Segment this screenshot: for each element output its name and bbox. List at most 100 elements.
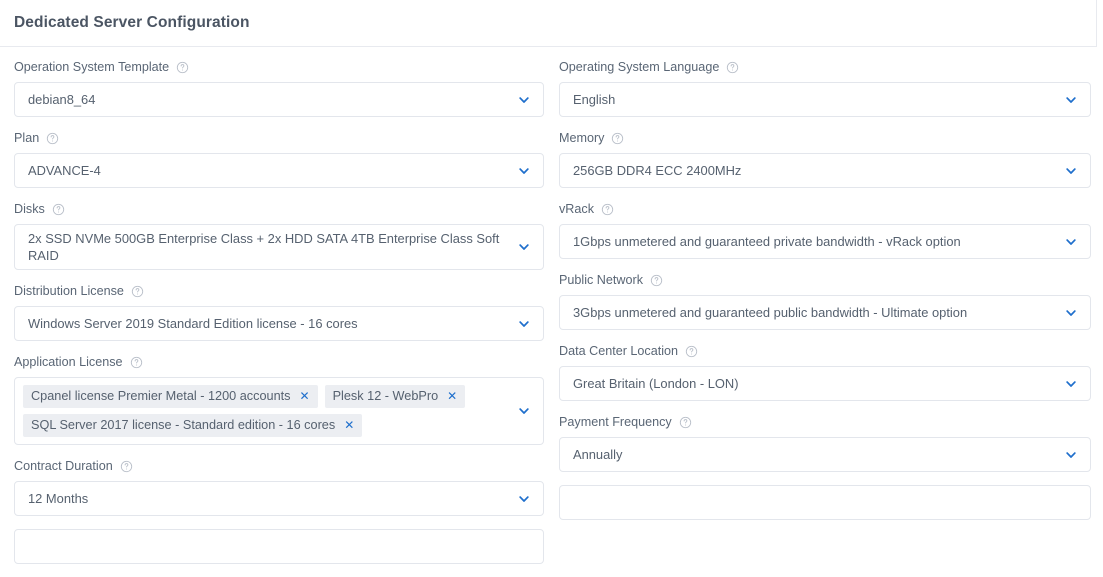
field-label: Memory xyxy=(559,131,605,145)
chevron-down-icon xyxy=(1064,164,1078,178)
chevron-down-icon xyxy=(517,492,531,506)
field-label-row: Operation System Template xyxy=(14,59,544,75)
select-plan[interactable]: ADVANCE-4 xyxy=(14,153,544,188)
field-label: Distribution License xyxy=(14,284,124,298)
field-label: Disks xyxy=(14,202,45,216)
chevron-down-icon xyxy=(517,93,531,107)
form-column-right: Operating System Language English Memory… xyxy=(559,59,1091,533)
select-data-center-location[interactable]: Great Britain (London - LON) xyxy=(559,366,1091,401)
page-header: Dedicated Server Configuration xyxy=(0,0,1097,47)
chevron-down-icon xyxy=(1064,235,1078,249)
help-circle-icon[interactable] xyxy=(176,61,189,74)
field-label-row: Public Network xyxy=(559,272,1091,288)
chip-item[interactable]: Cpanel license Premier Metal - 1200 acco… xyxy=(23,385,318,408)
field-label-row: Memory xyxy=(559,130,1091,146)
field-label: Operating System Language xyxy=(559,60,720,74)
chevron-down-icon xyxy=(517,404,531,418)
field-next-partial xyxy=(14,529,544,564)
field-operating-system-language: Operating System Language English xyxy=(559,59,1091,117)
field-contract-duration: Contract Duration 12 Months xyxy=(14,458,544,516)
select-disks[interactable]: 2x SSD NVMe 500GB Enterprise Class + 2x … xyxy=(14,224,544,270)
help-circle-icon[interactable] xyxy=(726,61,739,74)
chip-item[interactable]: SQL Server 2017 license - Standard editi… xyxy=(23,414,363,437)
field-operation-system-template: Operation System Template debian8_64 xyxy=(14,59,544,117)
select-value: Windows Server 2019 Standard Edition lic… xyxy=(28,316,358,331)
select-value: 2x SSD NVMe 500GB Enterprise Class + 2x … xyxy=(28,231,500,263)
select-operation-system-template[interactable]: debian8_64 xyxy=(14,82,544,117)
select-memory[interactable]: 256GB DDR4 ECC 2400MHz xyxy=(559,153,1091,188)
select-value: Great Britain (London - LON) xyxy=(573,376,739,391)
chevron-down-icon xyxy=(517,240,531,254)
select-value: English xyxy=(573,92,616,107)
chip-label: Plesk 12 - WebPro xyxy=(332,389,439,403)
select-payment-frequency[interactable]: Annually xyxy=(559,437,1091,472)
help-circle-icon[interactable] xyxy=(120,460,133,473)
field-label: Payment Frequency xyxy=(559,415,672,429)
field-vrack: vRack 1Gbps unmetered and guaranteed pri… xyxy=(559,201,1091,259)
field-label-row: Disks xyxy=(14,201,544,217)
close-icon[interactable]: ✕ xyxy=(300,390,310,402)
field-public-network: Public Network 3Gbps unmetered and guara… xyxy=(559,272,1091,330)
field-label: Plan xyxy=(14,131,40,145)
help-circle-icon[interactable] xyxy=(130,356,143,369)
select-public-network[interactable]: 3Gbps unmetered and guaranteed public ba… xyxy=(559,295,1091,330)
field-label: Public Network xyxy=(559,273,643,287)
help-circle-icon[interactable] xyxy=(52,203,65,216)
chip-label: Cpanel license Premier Metal - 1200 acco… xyxy=(31,389,291,403)
help-circle-icon[interactable] xyxy=(601,203,614,216)
page-title: Dedicated Server Configuration xyxy=(14,14,250,31)
help-circle-icon[interactable] xyxy=(650,274,663,287)
field-label-row: Application License xyxy=(14,354,544,370)
chevron-down-icon xyxy=(517,317,531,331)
close-icon[interactable]: ✕ xyxy=(344,419,354,431)
select-next-partial[interactable] xyxy=(559,485,1091,520)
help-circle-icon[interactable] xyxy=(131,285,144,298)
chevron-down-icon xyxy=(517,164,531,178)
select-next-partial[interactable] xyxy=(14,529,544,564)
chip-label: SQL Server 2017 license - Standard editi… xyxy=(31,418,336,432)
select-value: 256GB DDR4 ECC 2400MHz xyxy=(573,163,742,178)
multiselect-application-license[interactable]: Cpanel license Premier Metal - 1200 acco… xyxy=(14,377,544,445)
chevron-down-icon xyxy=(1064,306,1078,320)
field-disks: Disks 2x SSD NVMe 500GB Enterprise Class… xyxy=(14,201,544,270)
form-column-left: Operation System Template debian8_64 Pla… xyxy=(14,59,544,577)
field-label: Application License xyxy=(14,355,123,369)
field-label-row: Payment Frequency xyxy=(559,414,1091,430)
help-circle-icon[interactable] xyxy=(611,132,624,145)
field-label-row: vRack xyxy=(559,201,1091,217)
help-circle-icon[interactable] xyxy=(46,132,59,145)
field-label-row: Plan xyxy=(14,130,544,146)
field-application-license: Application License Cpanel license Premi… xyxy=(14,354,544,445)
field-distribution-license: Distribution License Windows Server 2019… xyxy=(14,283,544,341)
field-label-row: Distribution License xyxy=(14,283,544,299)
dedicated-server-configuration-page: Dedicated Server Configuration Operation… xyxy=(0,0,1103,564)
select-contract-duration[interactable]: 12 Months xyxy=(14,481,544,516)
field-label: vRack xyxy=(559,202,594,216)
select-value: 1Gbps unmetered and guaranteed private b… xyxy=(573,234,961,249)
select-value: debian8_64 xyxy=(28,92,96,107)
chevron-down-icon xyxy=(1064,448,1078,462)
help-circle-icon[interactable] xyxy=(679,416,692,429)
field-label-row: Operating System Language xyxy=(559,59,1091,75)
field-label-row: Contract Duration xyxy=(14,458,544,474)
field-data-center-location: Data Center Location Great Britain (Lond… xyxy=(559,343,1091,401)
select-value: 12 Months xyxy=(28,491,89,506)
select-operating-system-language[interactable]: English xyxy=(559,82,1091,117)
help-circle-icon[interactable] xyxy=(685,345,698,358)
chevron-down-icon xyxy=(1064,93,1078,107)
field-memory: Memory 256GB DDR4 ECC 2400MHz xyxy=(559,130,1091,188)
field-label: Data Center Location xyxy=(559,344,679,358)
field-label: Operation System Template xyxy=(14,60,170,74)
chip-item[interactable]: Plesk 12 - WebPro ✕ xyxy=(324,385,466,408)
select-value: ADVANCE-4 xyxy=(28,163,101,178)
select-vrack[interactable]: 1Gbps unmetered and guaranteed private b… xyxy=(559,224,1091,259)
field-plan: Plan ADVANCE-4 xyxy=(14,130,544,188)
select-distribution-license[interactable]: Windows Server 2019 Standard Edition lic… xyxy=(14,306,544,341)
field-label-row: Data Center Location xyxy=(559,343,1091,359)
close-icon[interactable]: ✕ xyxy=(447,390,457,402)
field-next-partial xyxy=(559,485,1091,520)
field-label: Contract Duration xyxy=(14,459,113,473)
field-payment-frequency: Payment Frequency Annually xyxy=(559,414,1091,472)
chevron-down-icon xyxy=(1064,377,1078,391)
select-value: 3Gbps unmetered and guaranteed public ba… xyxy=(573,305,968,320)
